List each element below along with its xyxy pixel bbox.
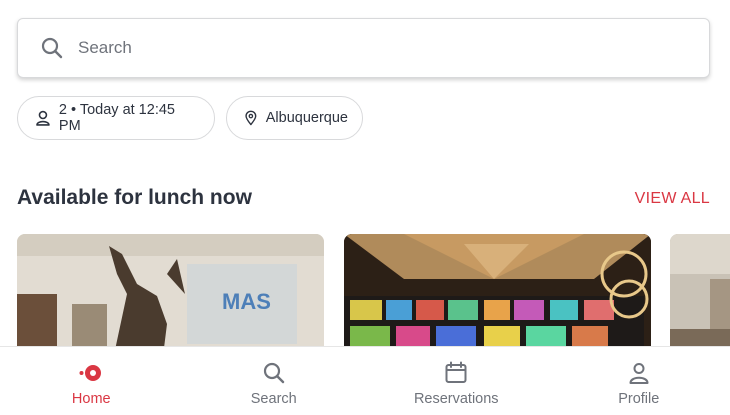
search-bar[interactable] [17,18,710,78]
nav-home-label: Home [71,391,111,407]
search-input[interactable] [78,38,638,58]
party-time-label: 2 • Today at 12:45 PM [58,102,175,134]
restaurant-card-1[interactable]: MAS [17,234,324,364]
nav-profile-label: Profile [618,391,660,407]
search-icon [263,362,284,384]
nav-reservations-label: Reservations [413,391,499,407]
restaurant-card-3[interactable] [670,234,730,364]
nav-search[interactable]: Search [183,347,366,415]
home-icon [79,365,102,381]
location-pin-icon [245,110,257,126]
search-icon [41,37,63,59]
party-time-chip[interactable]: 2 • Today at 12:45 PM [17,96,215,140]
svg-text:MAS: MAS [222,289,271,314]
bottom-navigation: Home Search Reservations Profile [0,346,730,415]
nav-profile[interactable]: Profile [548,347,730,415]
calendar-icon [445,361,467,383]
nav-reservations[interactable]: Reservations [365,347,548,415]
restaurant-card-2[interactable] [344,234,651,364]
location-label: Albuquerque [265,110,348,126]
restaurant-photo-3 [670,234,730,364]
location-chip[interactable]: Albuquerque [226,96,363,140]
restaurant-photo-2 [344,234,651,364]
profile-icon [629,363,649,384]
restaurant-photo-1: MAS [17,234,324,364]
view-all-link[interactable]: VIEW ALL [635,190,710,208]
person-icon [36,110,50,126]
nav-home[interactable]: Home [0,347,183,415]
nav-search-label: Search [250,391,297,407]
section-title: Available for lunch now [17,186,252,209]
